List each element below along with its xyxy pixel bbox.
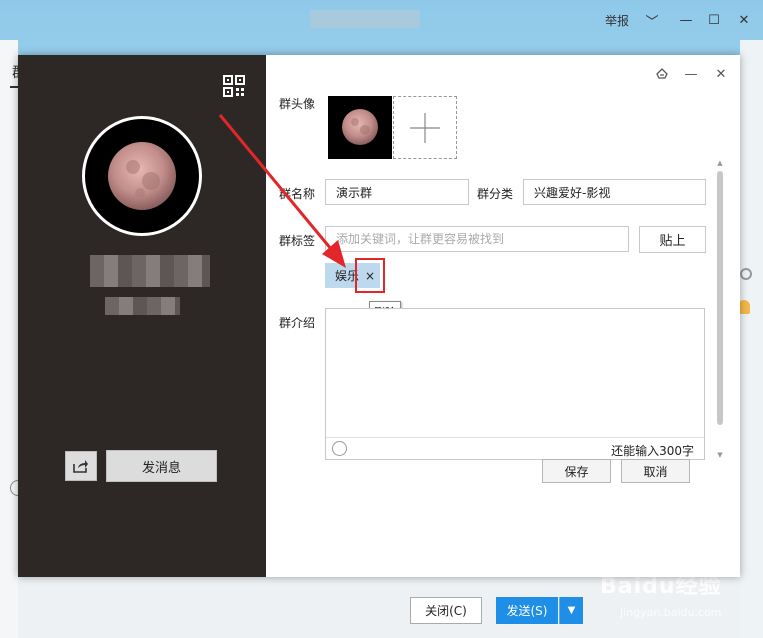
emoji-icon[interactable] <box>332 441 347 456</box>
share-icon <box>73 460 88 473</box>
save-button[interactable]: 保存 <box>542 459 611 483</box>
moon-icon <box>342 109 378 145</box>
avatar-label: 群头像 <box>279 97 316 111</box>
scroll-down-icon[interactable]: ▼ <box>716 451 724 459</box>
tags-label: 群标签 <box>279 234 316 248</box>
group-avatar-large <box>82 116 202 236</box>
paste-button[interactable]: 贴上 <box>639 226 706 253</box>
send-button[interactable]: 发送(S) <box>496 597 558 624</box>
profile-panel: 发消息 <box>18 55 266 577</box>
category-label: 群分类 <box>477 187 514 201</box>
search-icon[interactable] <box>740 268 752 280</box>
plus-icon <box>410 112 440 143</box>
watermark-url: jingyan.baidu.com <box>620 606 722 619</box>
close-icon[interactable]: ✕ <box>734 10 754 30</box>
blurred-group-id <box>105 297 180 315</box>
share-button[interactable] <box>65 451 97 481</box>
background-titlebar: 举报 ﹀ — ☐ ✕ <box>0 0 763 40</box>
group-profile-dialog: 发消息 — ✕ 群头像 群名称 演示群 群分类 兴趣爱好-影视 群标签 添加关键… <box>18 55 740 577</box>
blurred-title <box>310 10 420 28</box>
scrollbar-thumb[interactable] <box>717 171 723 425</box>
add-avatar-button[interactable] <box>393 96 457 159</box>
intro-toolbar: 还能输入300字 <box>326 437 704 459</box>
intro-label: 群介绍 <box>279 316 316 330</box>
name-label: 群名称 <box>279 187 316 201</box>
intro-textarea[interactable]: 还能输入300字 <box>325 308 705 460</box>
group-avatar-thumbnail[interactable] <box>328 96 392 159</box>
group-category-select[interactable] <box>523 179 706 205</box>
minimize-icon[interactable]: — <box>682 65 700 83</box>
scroll-up-icon[interactable]: ▲ <box>716 159 724 167</box>
close-chat-button[interactable]: 关闭(C) <box>410 597 482 624</box>
cancel-button[interactable]: 取消 <box>621 459 690 483</box>
background-left-strip <box>0 40 18 638</box>
report-link[interactable]: 举报 <box>605 12 629 29</box>
send-message-button[interactable]: 发消息 <box>106 450 217 482</box>
send-options-chevron-icon[interactable]: ▼ <box>559 597 583 624</box>
blurred-group-name <box>90 255 210 287</box>
pin-icon[interactable] <box>653 65 671 83</box>
remaining-chars: 还能输入300字 <box>611 444 694 458</box>
background-right-strip <box>740 40 763 638</box>
group-name-input[interactable] <box>325 179 469 205</box>
minimize-icon[interactable]: — <box>676 10 696 30</box>
group-info-form: — ✕ 群头像 群名称 演示群 群分类 兴趣爱好-影视 群标签 添加关键词，让群… <box>266 55 740 577</box>
qr-code-icon[interactable] <box>223 75 245 97</box>
close-icon[interactable]: ✕ <box>712 65 730 83</box>
tags-input[interactable] <box>325 226 629 252</box>
chevron-down-icon[interactable]: ﹀ <box>642 10 662 30</box>
moon-icon <box>108 142 176 210</box>
maximize-icon[interactable]: ☐ <box>704 10 724 30</box>
tag-delete-button[interactable]: × <box>355 258 385 293</box>
